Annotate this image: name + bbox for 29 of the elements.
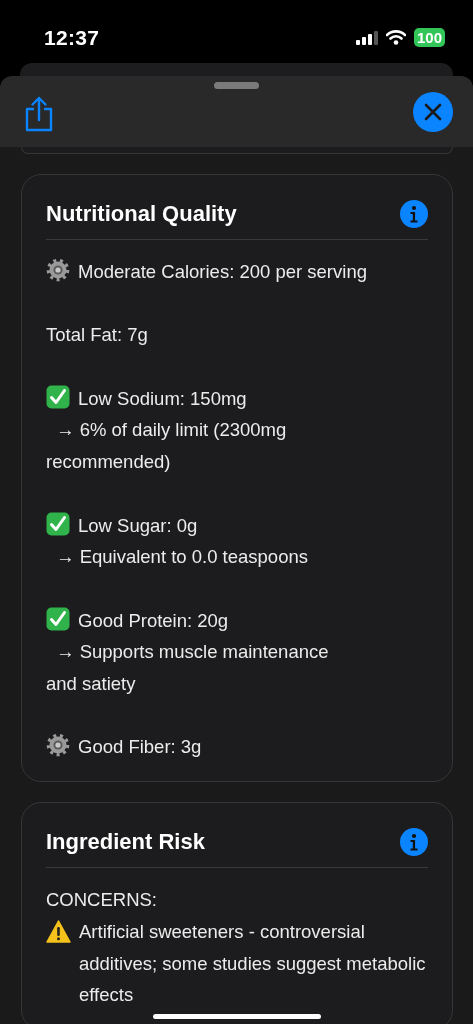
close-button[interactable] [413, 92, 453, 132]
signal-icon [355, 30, 378, 45]
nutrient-text: Low Sodium: 150mg [78, 387, 247, 409]
check-icon [46, 384, 70, 409]
info-icon[interactable] [400, 200, 428, 228]
battery-indicator: 100 [413, 28, 445, 47]
section-title: Nutritional Quality [46, 201, 237, 227]
nutrient-text: Good Fiber: 3g [78, 736, 202, 758]
close-icon [424, 103, 442, 121]
warning-icon [46, 919, 71, 943]
nutrient-note: → 6% of daily limit (2300mg recommended) [46, 418, 288, 475]
wifi-icon [385, 30, 406, 45]
nutrient-text: Artificial sweeteners - controversial additives; some studies suggest metabolic effects [79, 919, 427, 1008]
nutrient-note: → Supports muscle maintenance and satiety [46, 640, 330, 697]
check-icon [46, 606, 70, 631]
share-icon [24, 95, 54, 132]
gear-icon [46, 733, 70, 758]
nutrient-note: → Equivalent to 0.0 teaspoons [55, 545, 309, 570]
gear-icon [46, 258, 70, 282]
check-icon [46, 511, 70, 536]
section-title: Ingredient Risk [46, 829, 205, 856]
share-button[interactable] [24, 95, 54, 132]
list-label: CONCERNS: [46, 888, 158, 913]
nutrient-text: Total Fat: 7g [46, 324, 148, 346]
nutrient-text: Moderate Calories: 200 per serving [78, 261, 367, 282]
nutrient-text: Good Protein: 20g [78, 609, 229, 631]
nutrient-text: Low Sugar: 0g [78, 514, 198, 536]
info-icon[interactable] [400, 828, 428, 857]
clock: 12:37 [44, 25, 100, 50]
